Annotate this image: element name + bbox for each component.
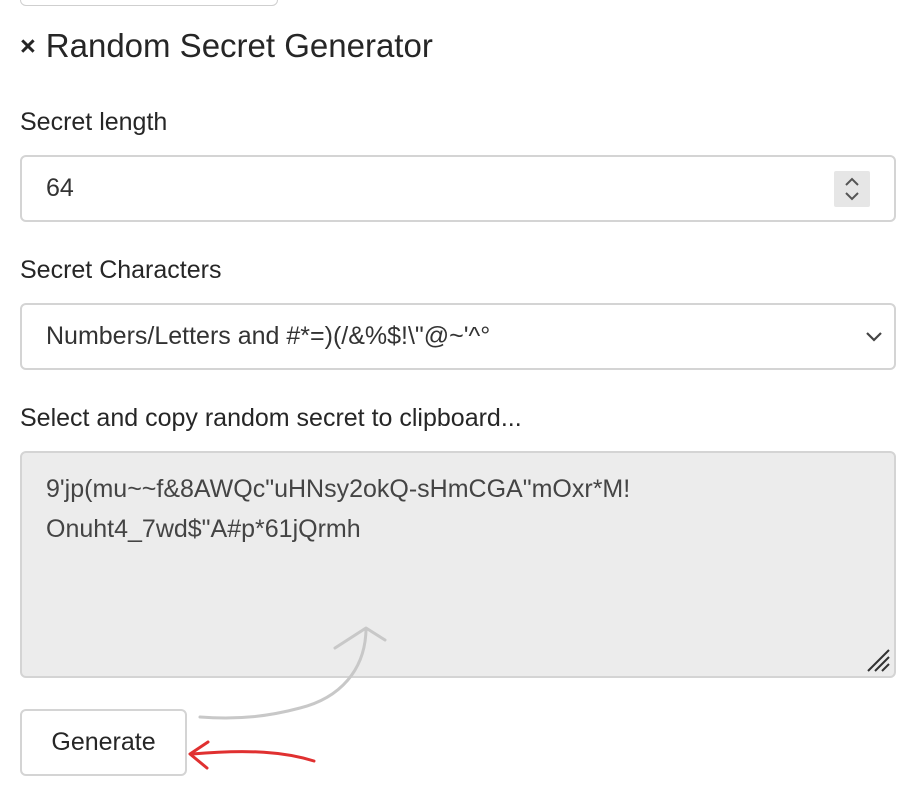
secret-characters-label: Secret Characters — [20, 256, 222, 284]
panel-header: × Random Secret Generator — [20, 24, 433, 68]
secret-length-label: Secret length — [20, 108, 168, 136]
generate-button[interactable]: Generate — [20, 709, 187, 776]
secret-characters-select[interactable]: Numbers/Letters and #*=)(/&%$!\"@~'^° — [20, 303, 896, 370]
page-title: Random Secret Generator — [45, 27, 433, 64]
resize-handle-icon[interactable] — [862, 644, 892, 674]
secret-length-value: 64 — [46, 174, 74, 202]
secret-characters-selected: Numbers/Letters and #*=)(/&%$!\"@~'^° — [46, 322, 491, 350]
secret-output-textarea[interactable]: 9'jp(mu~~f&8AWQc"uHNsy2okQ-sHmCGA"mOxr*M… — [20, 451, 896, 678]
spinner-arrows-icon — [845, 177, 859, 200]
close-icon[interactable]: × — [20, 32, 36, 60]
red-arrow-head — [188, 740, 210, 770]
secret-line-2: Onuht4_7wd$"A#p*61jQrmh — [46, 515, 361, 543]
secret-line-1: 9'jp(mu~~f&8AWQc"uHNsy2okQ-sHmCGA"mOxr*M… — [46, 475, 631, 503]
secret-generator-page: × Random Secret Generator Secret length … — [0, 0, 920, 798]
secret-output-label: Select and copy random secret to clipboa… — [20, 404, 522, 432]
secret-length-input[interactable]: 64 — [20, 155, 896, 222]
previous-panel-edge — [20, 0, 278, 6]
red-arrow-shaft — [190, 750, 316, 763]
number-spinner[interactable] — [834, 170, 870, 207]
chevron-down-icon — [866, 331, 882, 342]
